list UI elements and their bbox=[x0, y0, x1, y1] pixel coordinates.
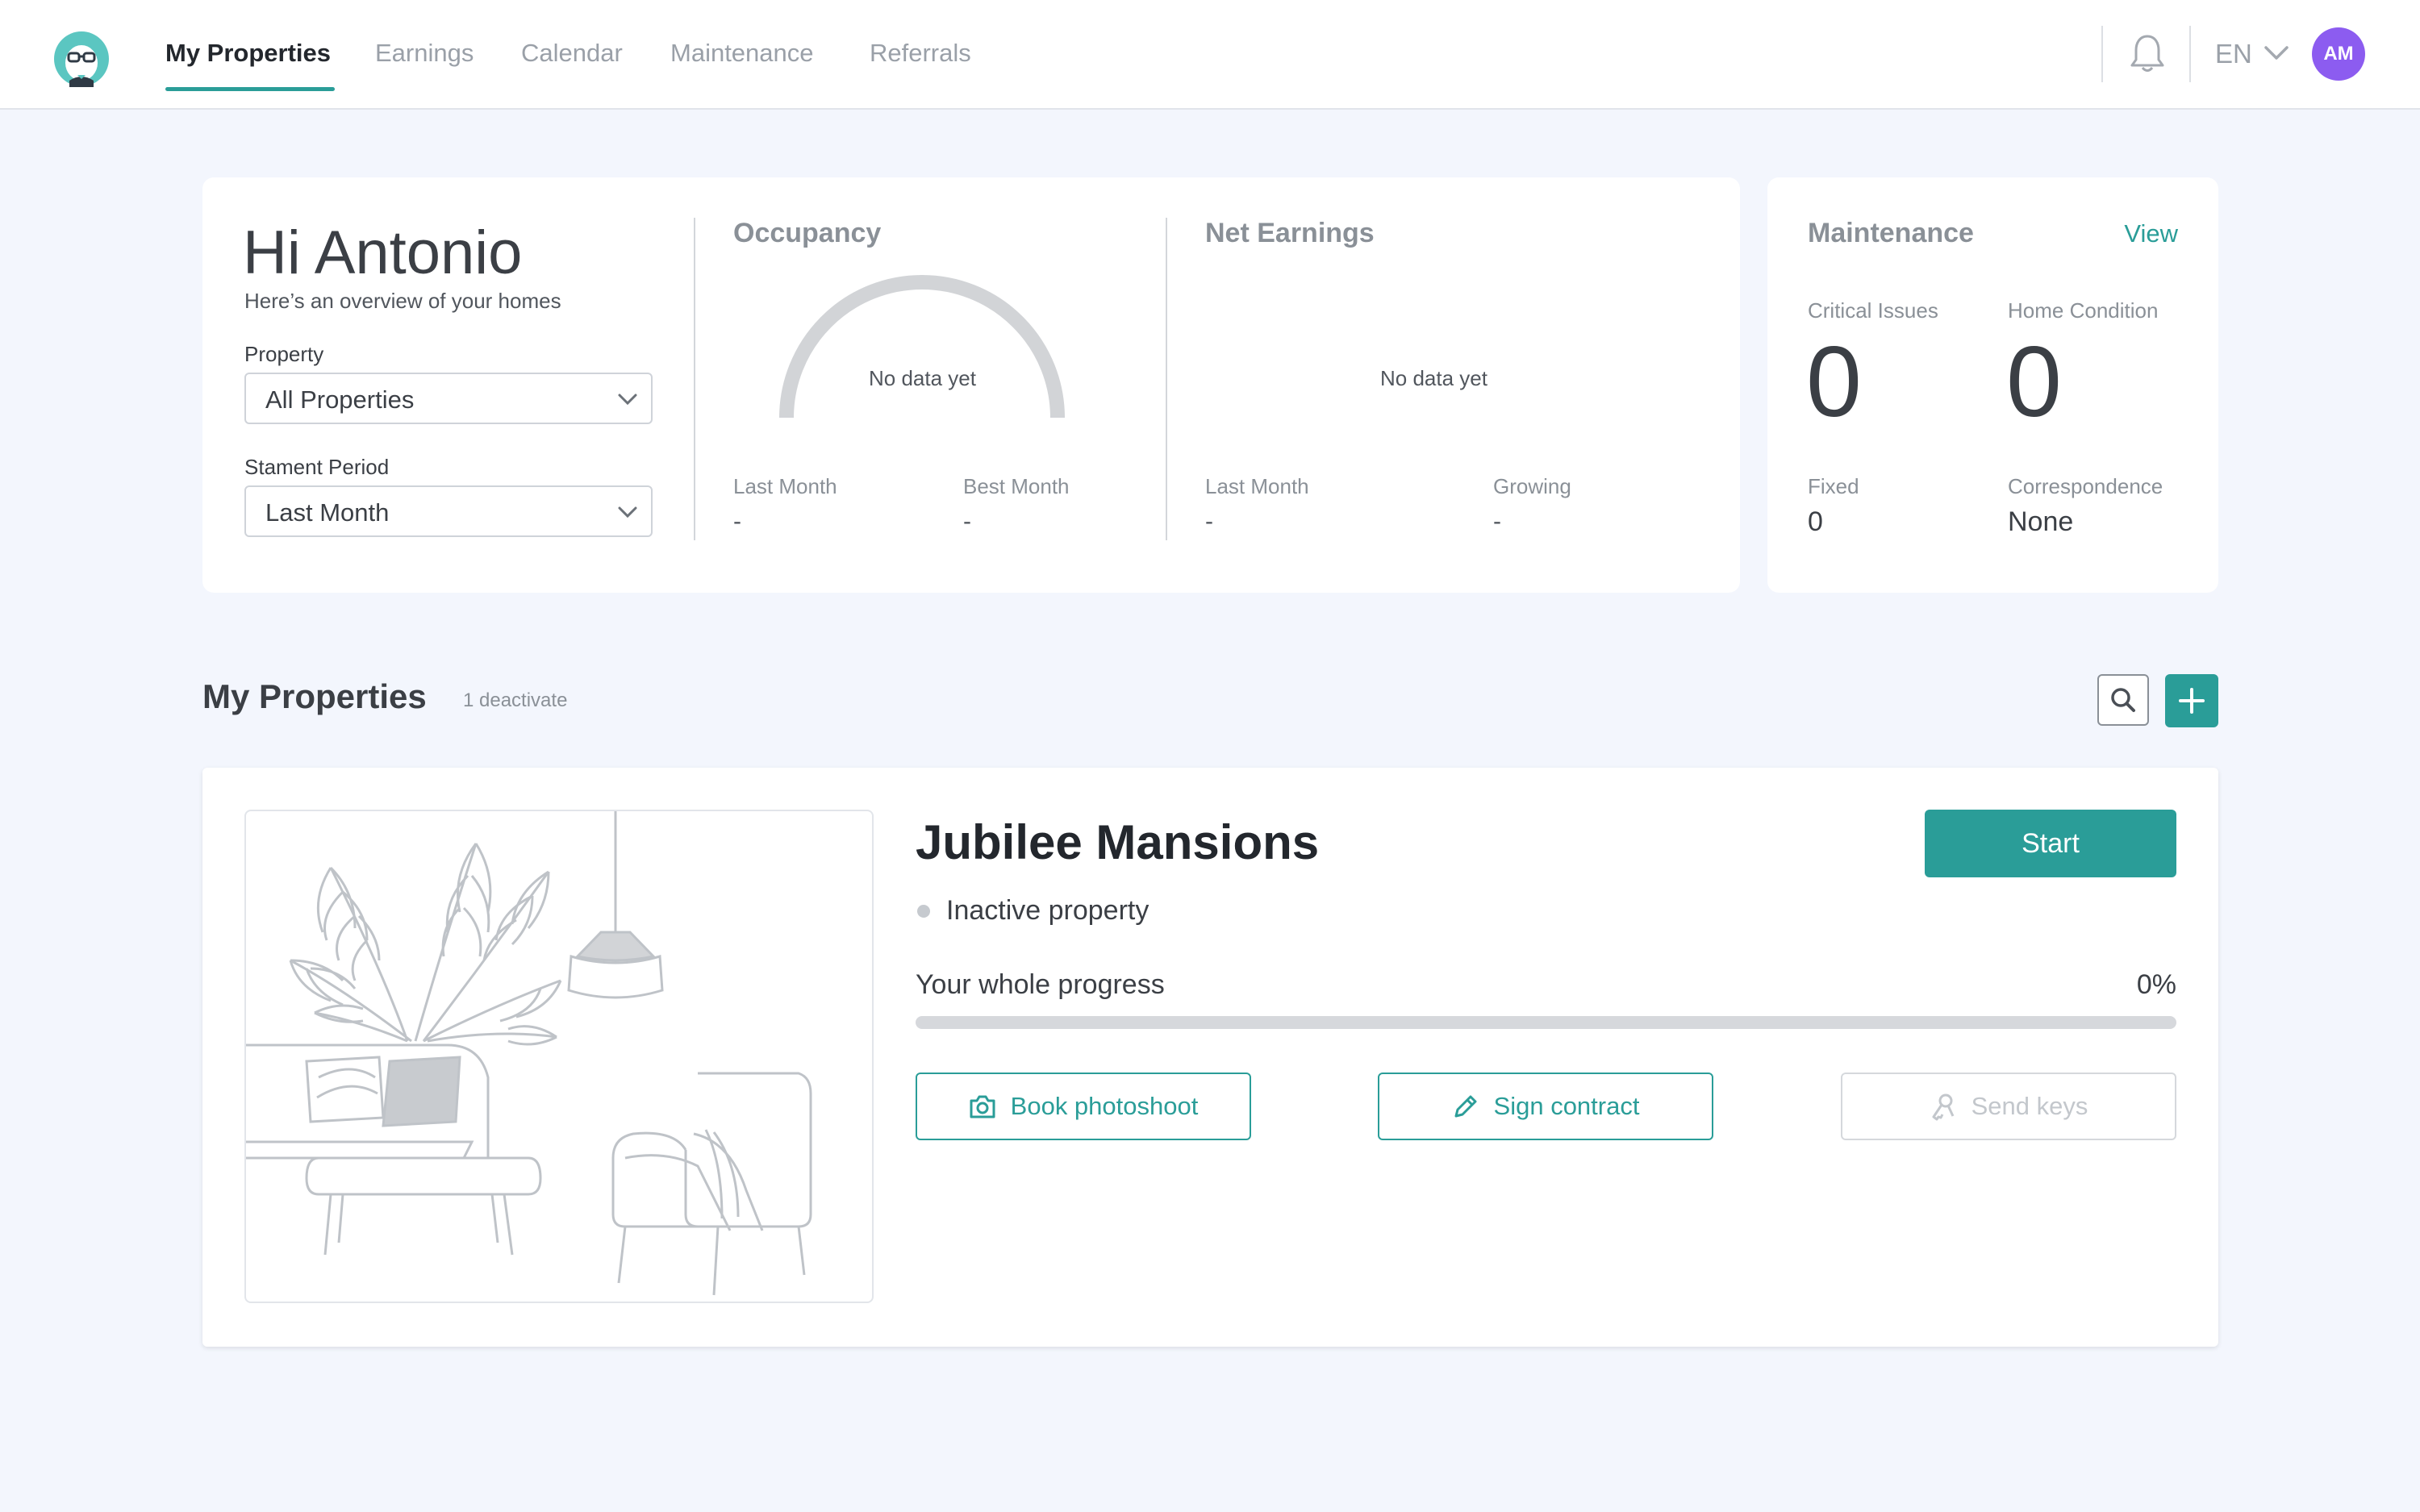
section-title: My Properties bbox=[202, 677, 427, 715]
status-dot bbox=[917, 905, 930, 918]
book-photoshoot-label: Book photoshoot bbox=[1010, 1092, 1199, 1120]
occupancy-last-month-label: Last Month bbox=[733, 474, 837, 498]
property-select[interactable]: All Properties bbox=[244, 373, 653, 424]
occupancy-gauge bbox=[779, 275, 1065, 419]
deactivated-count: 1 deactivate bbox=[463, 689, 568, 711]
home-condition-label: Home Condition bbox=[2008, 298, 2159, 323]
nav-my-properties[interactable]: My Properties bbox=[165, 39, 331, 68]
progress-bar bbox=[916, 1016, 2176, 1029]
home-condition-value: 0 bbox=[2006, 327, 2062, 438]
net-earnings-growing-label: Growing bbox=[1493, 474, 1571, 498]
chevron-down-icon[interactable] bbox=[2264, 42, 2289, 65]
greeting-title: Hi Antonio bbox=[243, 219, 523, 287]
section-divider bbox=[1166, 218, 1167, 540]
occupancy-last-month-value: - bbox=[733, 508, 741, 535]
maintenance-view-link[interactable]: View bbox=[2124, 219, 2178, 248]
send-keys-button[interactable]: Send keys bbox=[1841, 1073, 2176, 1140]
bell-icon[interactable] bbox=[2128, 32, 2167, 74]
critical-issues-value: 0 bbox=[1806, 327, 1862, 438]
section-divider bbox=[694, 218, 695, 540]
net-earnings-growing-value: - bbox=[1493, 508, 1501, 535]
chevron-down-icon bbox=[618, 506, 637, 519]
property-status: Inactive property bbox=[946, 895, 1150, 926]
nav-referrals[interactable]: Referrals bbox=[870, 39, 971, 68]
search-icon bbox=[2111, 688, 2135, 712]
fixed-value: 0 bbox=[1808, 506, 1823, 537]
top-navigation-bar: My Properties Earnings Calendar Maintena… bbox=[0, 0, 2420, 110]
period-label: Stament Period bbox=[244, 455, 390, 479]
search-button[interactable] bbox=[2097, 674, 2149, 726]
nav-calendar[interactable]: Calendar bbox=[521, 39, 623, 68]
net-earnings-title: Net Earnings bbox=[1205, 218, 1375, 248]
user-avatar[interactable]: AM bbox=[2312, 27, 2365, 81]
chevron-down-icon bbox=[618, 394, 637, 406]
send-keys-label: Send keys bbox=[1971, 1092, 2088, 1120]
sign-contract-label: Sign contract bbox=[1493, 1092, 1640, 1120]
occupancy-best-month-value: - bbox=[963, 508, 971, 535]
correspondence-label: Correspondence bbox=[2008, 474, 2163, 498]
logo-icon[interactable] bbox=[53, 31, 110, 87]
camera-icon bbox=[970, 1095, 995, 1118]
net-earnings-last-month-label: Last Month bbox=[1205, 474, 1309, 498]
period-select[interactable]: Last Month bbox=[244, 485, 653, 537]
living-room-illustration bbox=[246, 811, 812, 1296]
progress-percent: 0% bbox=[2136, 969, 2176, 1000]
start-button[interactable]: Start bbox=[1925, 810, 2176, 877]
key-icon bbox=[1932, 1093, 1954, 1121]
maintenance-card: Maintenance View Critical Issues 0 Home … bbox=[1767, 177, 2218, 593]
critical-issues-label: Critical Issues bbox=[1808, 298, 1938, 323]
book-photoshoot-button[interactable]: Book photoshoot bbox=[916, 1073, 1251, 1140]
occupancy-empty-text: No data yet bbox=[869, 366, 976, 390]
plus-icon bbox=[2179, 688, 2205, 714]
sign-contract-button[interactable]: Sign contract bbox=[1378, 1073, 1713, 1140]
net-earnings-empty-text: No data yet bbox=[1380, 366, 1487, 390]
property-label: Property bbox=[244, 342, 324, 366]
correspondence-value: None bbox=[2008, 506, 2074, 537]
property-card: Jubilee Mansions Inactive property Start… bbox=[202, 768, 2218, 1347]
nav-maintenance[interactable]: Maintenance bbox=[670, 39, 814, 68]
nav-divider bbox=[2189, 26, 2191, 82]
fixed-label: Fixed bbox=[1808, 474, 1859, 498]
property-illustration bbox=[244, 810, 874, 1303]
overview-card: Hi Antonio Here’s an overview of your ho… bbox=[202, 177, 1740, 593]
property-select-value: All Properties bbox=[265, 385, 415, 414]
nav-divider bbox=[2101, 26, 2103, 82]
period-select-value: Last Month bbox=[265, 498, 390, 527]
nav-earnings[interactable]: Earnings bbox=[375, 39, 474, 68]
nav-active-indicator bbox=[165, 87, 335, 91]
occupancy-best-month-label: Best Month bbox=[963, 474, 1070, 498]
language-selector[interactable]: EN bbox=[2215, 39, 2252, 69]
occupancy-title: Occupancy bbox=[733, 218, 882, 248]
add-property-button[interactable] bbox=[2165, 674, 2218, 727]
net-earnings-last-month-value: - bbox=[1205, 508, 1213, 535]
progress-label: Your whole progress bbox=[916, 969, 1165, 1000]
greeting-subtitle: Here’s an overview of your homes bbox=[244, 289, 561, 313]
pencil-icon bbox=[1454, 1095, 1477, 1118]
property-name[interactable]: Jubilee Mansions bbox=[916, 814, 1319, 870]
maintenance-title: Maintenance bbox=[1808, 218, 1974, 248]
